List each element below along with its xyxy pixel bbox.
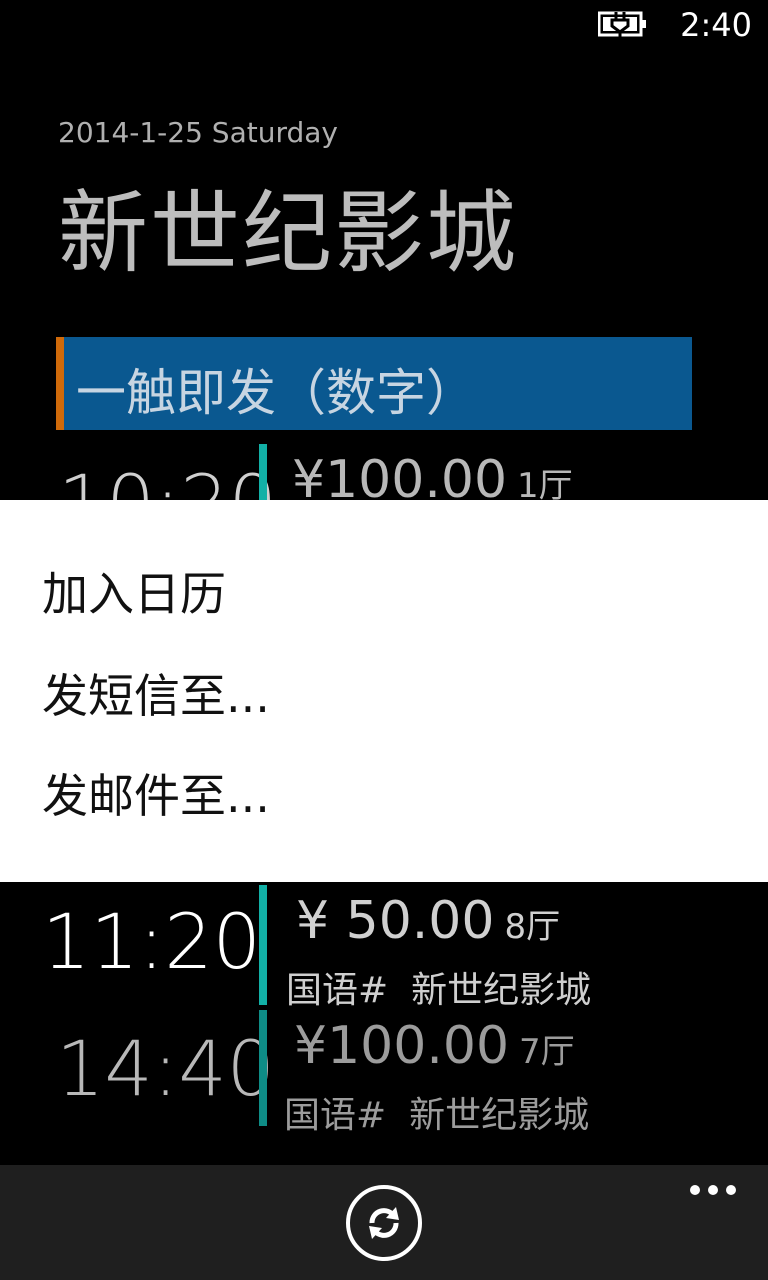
showtime-bar — [259, 1010, 267, 1126]
showtime-row[interactable]: 11:20 ¥ 50.00 8厅 国语# 新世纪影城 — [0, 885, 768, 1011]
menu-item-send-sms[interactable]: 发短信至... — [42, 660, 270, 726]
status-clock: 2:40 — [680, 6, 752, 44]
showtime-cinema: 新世纪影城 — [409, 1095, 590, 1136]
movie-header[interactable]: 一触即发（数字） — [56, 337, 692, 430]
app-bar — [0, 1165, 768, 1280]
battery-charging-icon — [598, 11, 646, 37]
showtime-language: 国语# — [286, 970, 389, 1011]
refresh-button[interactable] — [346, 1185, 422, 1261]
showtime-price: ¥ 50.00 — [296, 891, 495, 951]
showtime-time: 14:40 — [56, 1024, 276, 1113]
cinema-title: 新世纪影城 — [58, 181, 518, 286]
more-icon — [690, 1185, 700, 1195]
status-bar: 2:40 — [0, 0, 768, 50]
movie-title: 一触即发（数字） — [76, 364, 476, 422]
menu-item-send-email[interactable]: 发邮件至... — [42, 760, 270, 826]
refresh-icon — [369, 1207, 399, 1239]
showtime-price: ¥100.00 — [294, 1016, 510, 1076]
context-menu: 加入日历 发短信至... 发邮件至... — [0, 500, 768, 882]
date-label: 2014-1-25 Saturday — [58, 116, 338, 149]
showtime-hall: 8厅 — [504, 907, 561, 947]
showtime-hall: 7厅 — [519, 1032, 575, 1072]
showtime-row[interactable]: 14:40 ¥100.00 7厅 国语# 新世纪影城 — [0, 1010, 768, 1136]
showtime-bar — [259, 885, 267, 1005]
more-button[interactable] — [688, 1175, 738, 1205]
showtime-language: 国语# — [284, 1095, 387, 1136]
showtime-time: 11:20 — [42, 897, 262, 986]
showtime-cinema: 新世纪影城 — [411, 970, 592, 1011]
movie-accent-bar — [56, 337, 64, 430]
menu-item-add-calendar[interactable]: 加入日历 — [42, 558, 226, 624]
